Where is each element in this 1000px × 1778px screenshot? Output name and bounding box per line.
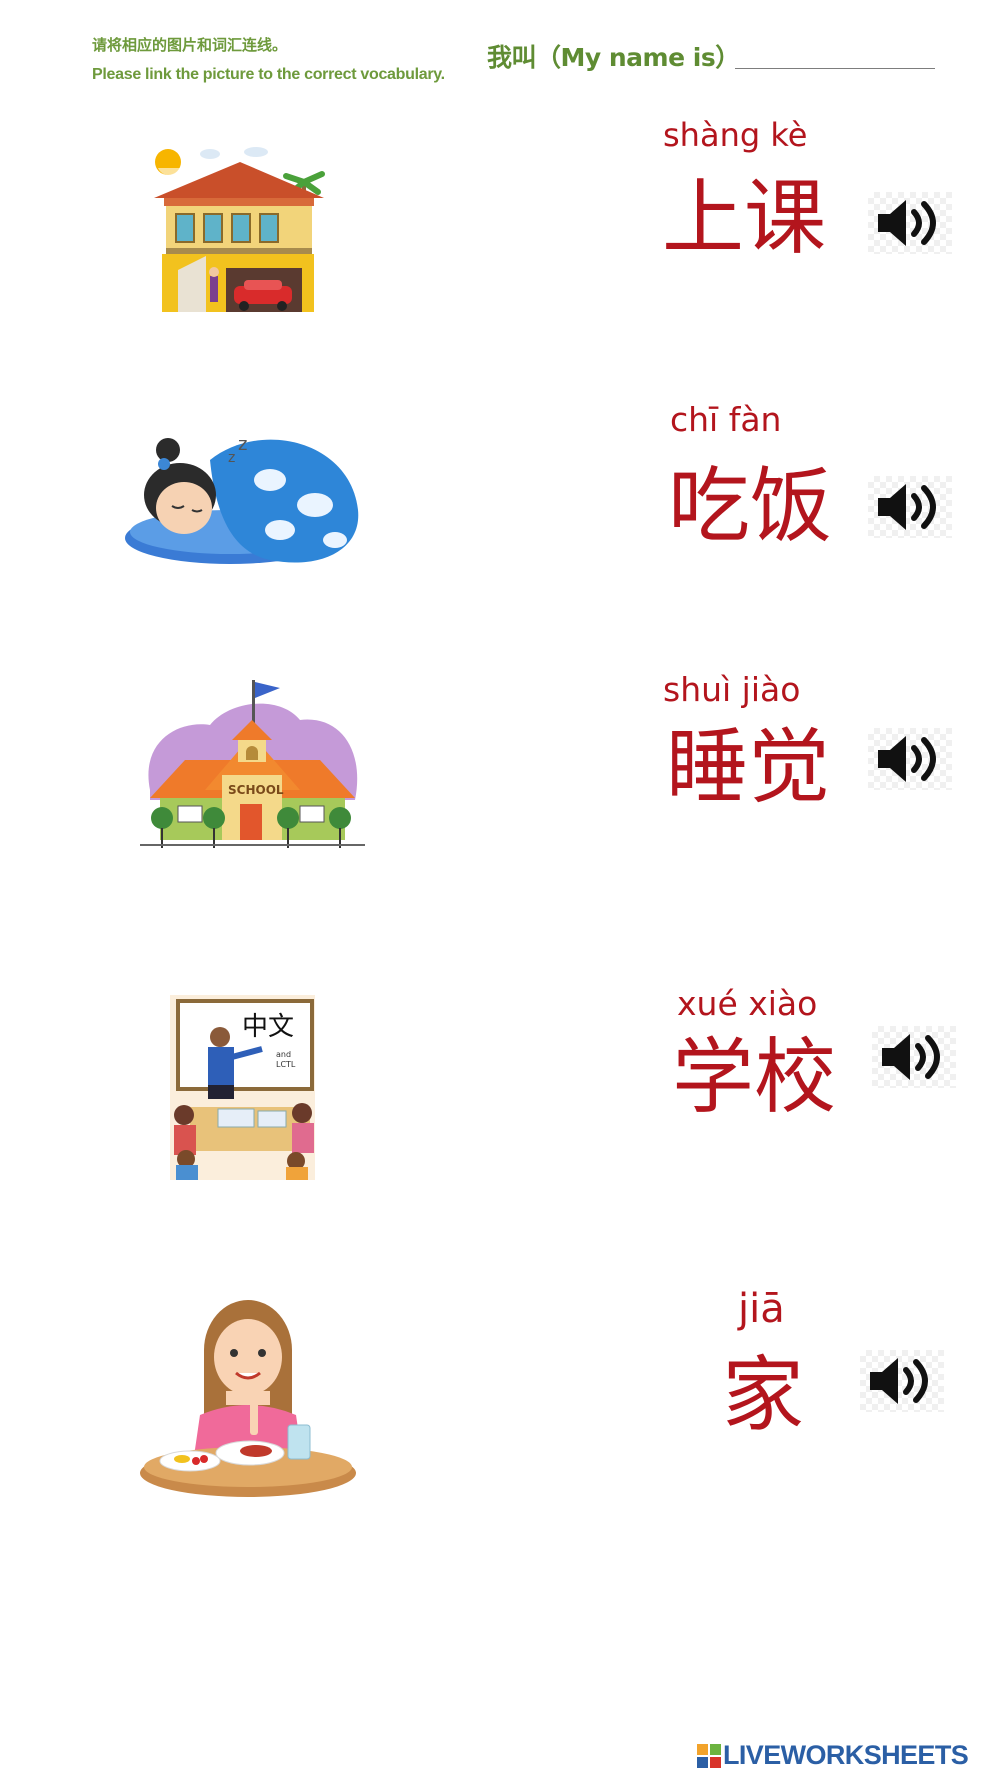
pinyin-shang-ke: shàng kè [663,116,808,154]
pinyin-chi-fan: chī fàn [670,400,782,439]
pinyin-shui-jiao: shuì jiào [663,670,801,709]
instruction-english: Please link the picture to the correct v… [92,66,445,83]
speaker-icon [882,1034,940,1080]
audio-button-shui-jiao[interactable] [868,728,952,790]
name-input[interactable] [735,68,935,69]
board-text-and: and [276,1050,291,1059]
word-xue-xiao[interactable]: 学校 [672,1037,836,1119]
svg-text:z: z [238,434,247,455]
speaker-icon [870,1358,928,1404]
sleeping-girl-picture[interactable]: z z [120,420,370,570]
liveworksheets-brand[interactable]: LIVEWORKSHEETS [723,1740,969,1771]
speaker-icon [878,736,936,782]
school-sign-text: SCHOOL [228,783,284,797]
board-text-lctl: LCTL [276,1060,296,1069]
house-picture[interactable] [148,140,328,315]
word-shang-ke[interactable]: 上课 [662,178,826,260]
word-shui-jiao[interactable]: 睡觉 [666,727,830,809]
word-chi-fan[interactable]: 吃饭 [668,466,832,548]
audio-button-xue-xiao[interactable] [872,1026,956,1088]
eating-girl-picture[interactable] [138,1295,363,1500]
audio-button-shang-ke[interactable] [868,192,952,254]
speaker-icon [878,484,936,530]
school-picture[interactable]: SCHOOL [140,680,365,855]
svg-text:z: z [228,450,235,466]
instruction-chinese: 请将相应的图片和词汇连线。 [92,36,288,54]
name-label: 我叫（My name is） [487,43,740,72]
word-jia[interactable]: 家 [722,1355,804,1437]
pinyin-jia: jiā [738,1286,785,1332]
classroom-picture[interactable]: 中文 and LCTL [170,995,315,1180]
board-text-chinese: 中文 [242,1012,294,1042]
audio-button-chi-fan[interactable] [868,476,952,538]
speaker-icon [878,200,936,246]
liveworksheets-logo-icon [697,1744,721,1768]
pinyin-xue-xiao: xué xiào [677,984,818,1023]
audio-button-jia[interactable] [860,1350,944,1412]
